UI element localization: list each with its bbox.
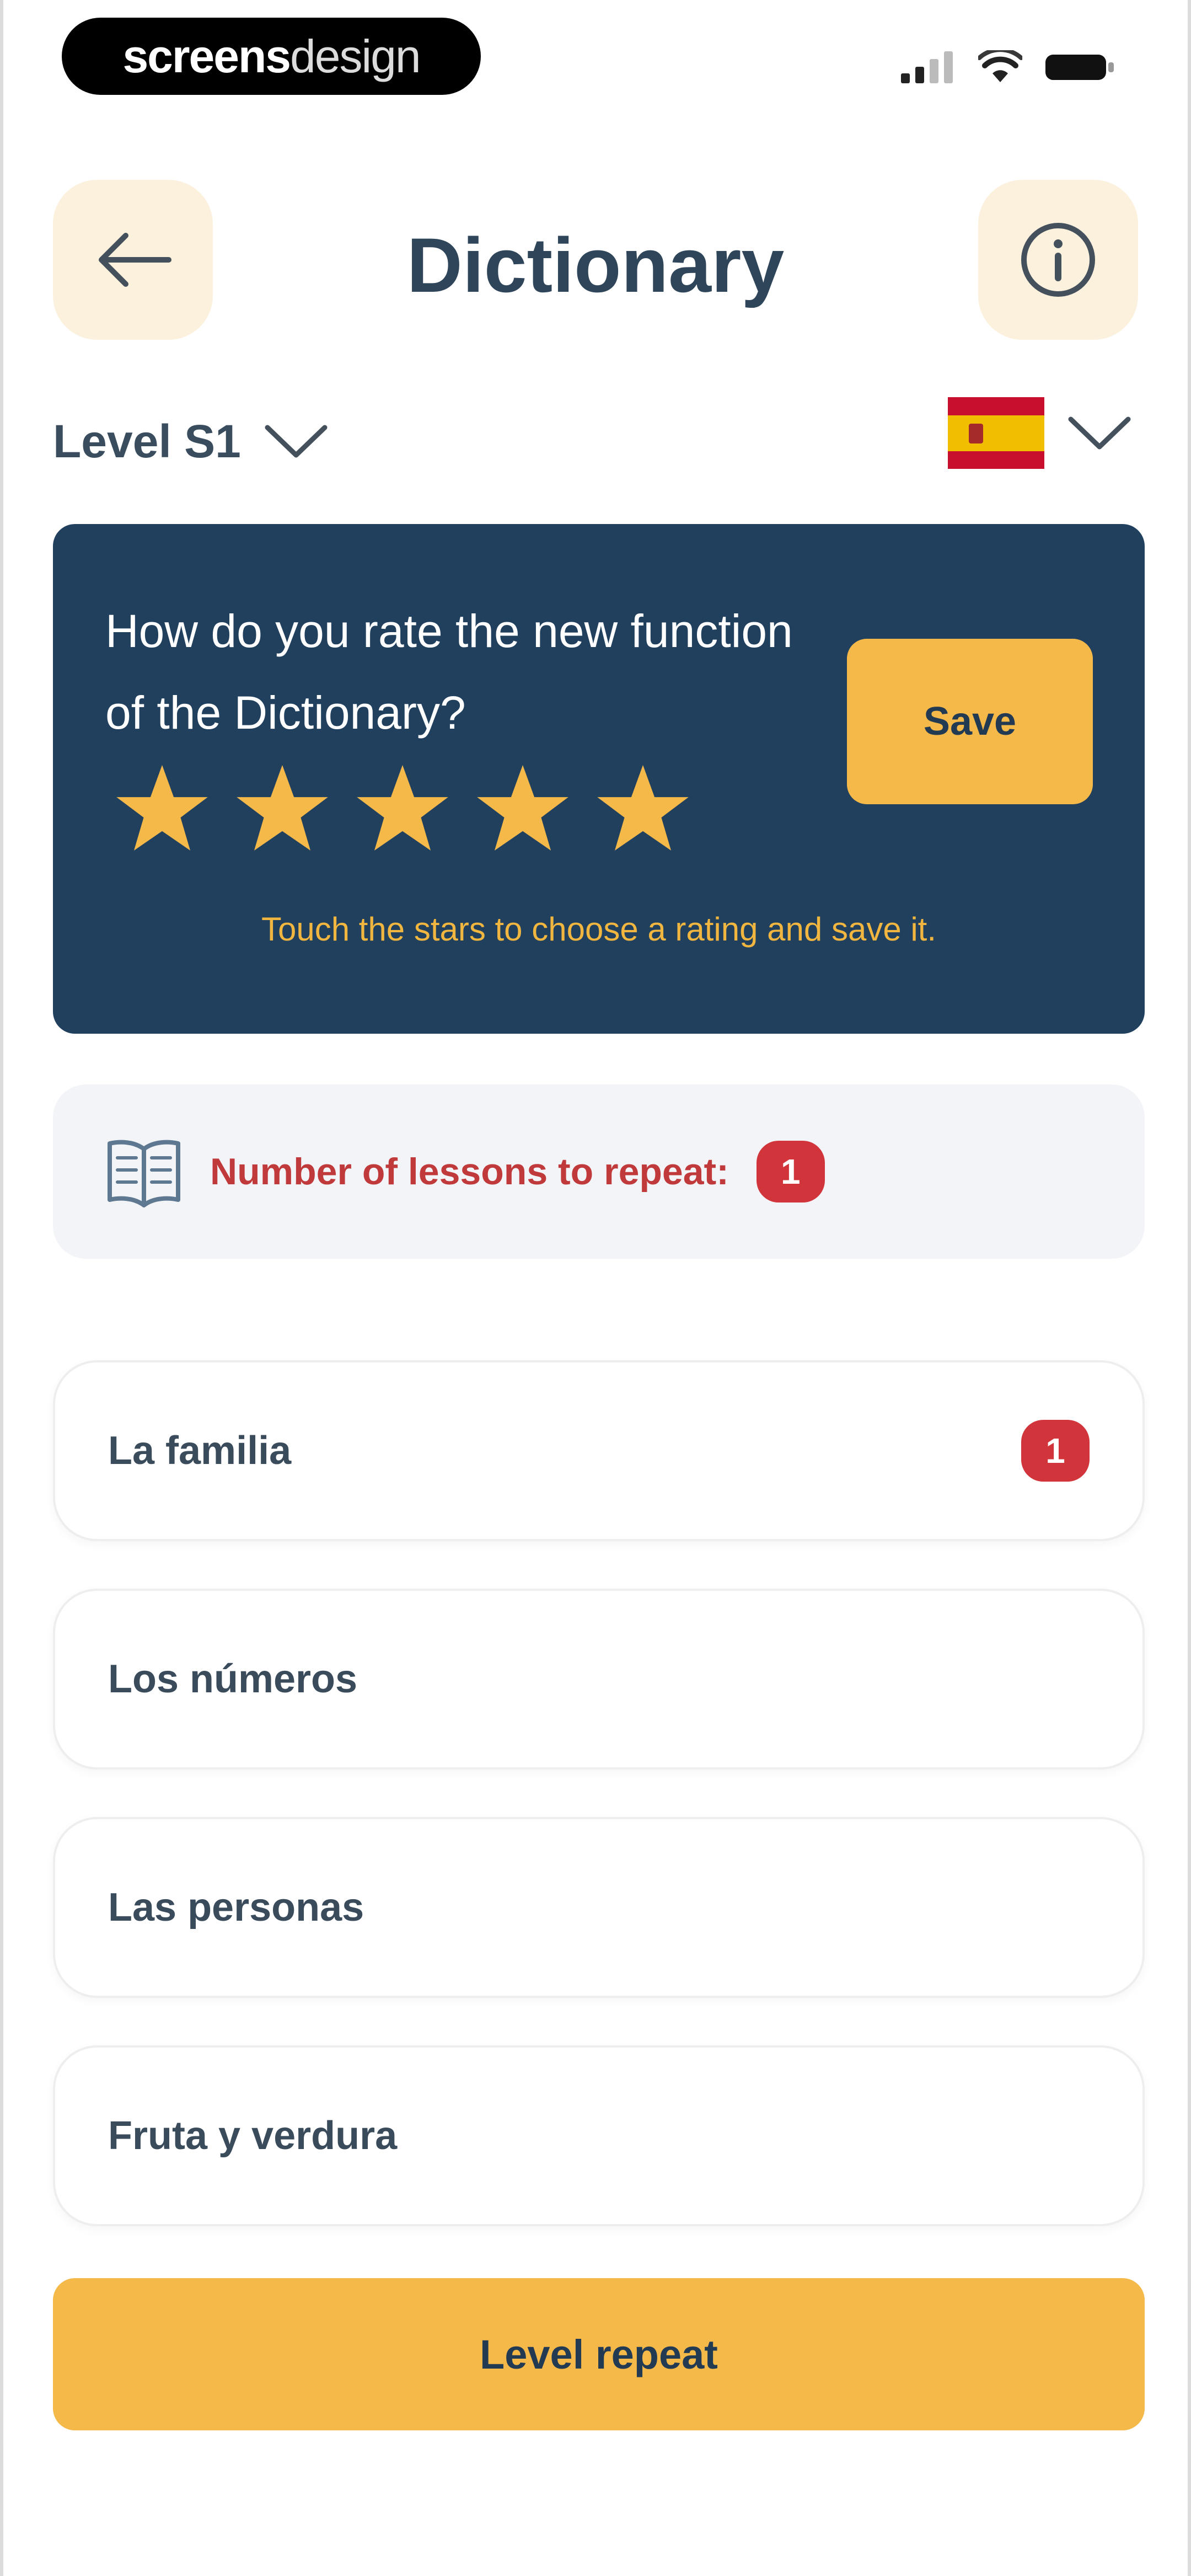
spain-flag-icon (948, 397, 1044, 469)
open-book-icon (108, 1140, 180, 1207)
info-icon (1021, 223, 1095, 297)
lessons-to-repeat-count: 1 (756, 1141, 825, 1203)
level-selector[interactable]: Level S1 (53, 408, 329, 474)
screensdesign-logo: screens design (62, 18, 481, 95)
lesson-label: La familia (108, 1429, 292, 1473)
star-icon[interactable] (114, 761, 211, 858)
rating-question: How do you rate the new function of the … (105, 605, 793, 739)
star-icon[interactable] (594, 761, 691, 858)
lesson-repeat-badge: 1 (1021, 1420, 1090, 1482)
logo-light-text: design (290, 30, 421, 82)
level-label: Level S1 (53, 415, 241, 467)
star-icon[interactable] (234, 761, 331, 858)
language-selector[interactable] (948, 394, 1133, 472)
star-icon[interactable] (474, 761, 571, 858)
lessons-to-repeat-label: Number of lessons to repeat: (210, 1151, 729, 1193)
status-icons (901, 47, 1116, 86)
chevron-down-icon (265, 425, 328, 458)
rating-card: How do you rate the new function of the … (53, 524, 1145, 1034)
save-button[interactable]: Save (847, 639, 1093, 804)
star-icon[interactable] (354, 761, 451, 858)
wifi-icon (978, 50, 1022, 82)
battery-icon (1045, 55, 1114, 80)
app-screen: screens design Dictionary Level S1 How d… (0, 0, 1191, 2576)
signal-icon (901, 51, 953, 83)
lesson-label: Los números (108, 1657, 358, 1701)
info-button[interactable] (978, 180, 1138, 340)
level-repeat-button[interactable]: Level repeat (53, 2278, 1145, 2430)
star-rating (114, 761, 691, 858)
lesson-item-fruta-y-verdura[interactable]: Fruta y verdura (53, 2045, 1145, 2226)
logo-bold-text: screens (122, 30, 291, 82)
lesson-label: Fruta y verdura (108, 2114, 398, 2158)
lessons-to-repeat-banner: Number of lessons to repeat: 1 (53, 1084, 1145, 1259)
rating-hint: Touch the stars to choose a rating and s… (261, 911, 937, 948)
lesson-item-los-numeros[interactable]: Los números (53, 1589, 1145, 1770)
lesson-item-la-familia[interactable]: La familia 1 (53, 1360, 1145, 1541)
lesson-label: Las personas (108, 1885, 364, 1930)
lesson-item-las-personas[interactable]: Las personas (53, 1817, 1145, 1998)
chevron-down-icon (1068, 416, 1131, 450)
